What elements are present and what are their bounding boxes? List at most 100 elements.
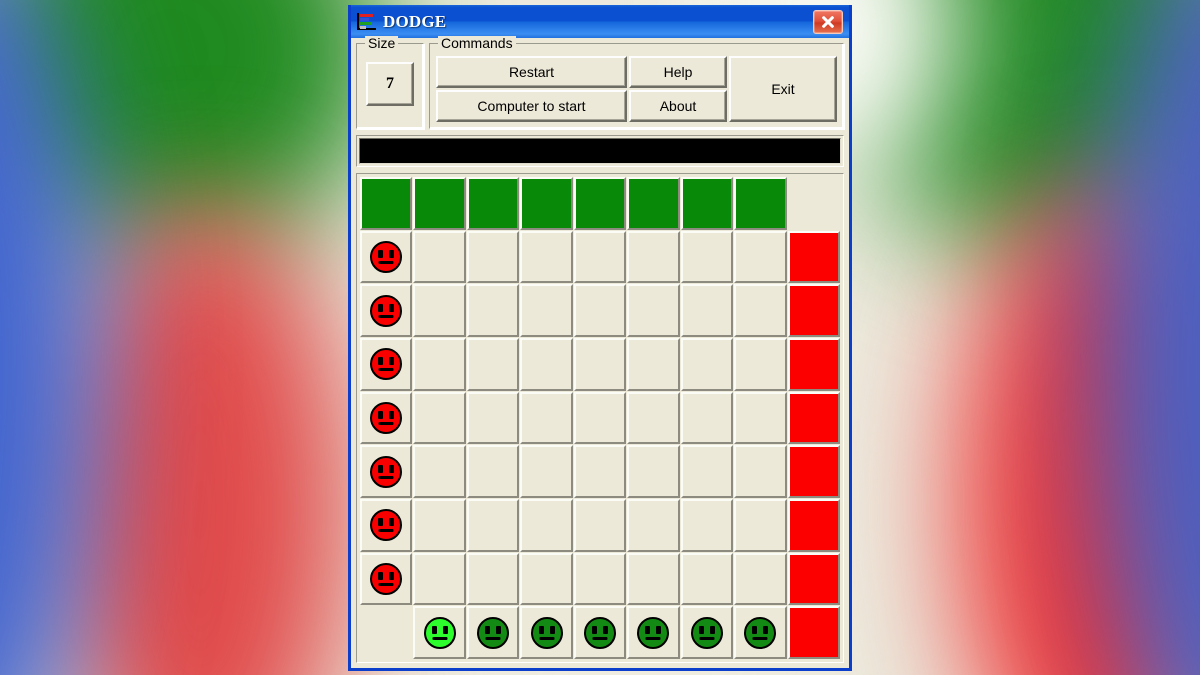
board-cell-goal-green[interactable] bbox=[360, 177, 413, 230]
board-cell-empty[interactable] bbox=[680, 499, 734, 552]
board-cell-empty[interactable] bbox=[680, 338, 734, 391]
board-cell-empty[interactable] bbox=[627, 338, 680, 391]
window-title: DODGE bbox=[383, 11, 447, 31]
board-cell-empty[interactable] bbox=[520, 230, 573, 284]
board-cell-empty[interactable] bbox=[520, 284, 573, 337]
board-cell-goal-red[interactable] bbox=[787, 445, 840, 498]
board-cell-goal-green[interactable] bbox=[520, 177, 573, 230]
board-cell-empty[interactable] bbox=[413, 552, 466, 606]
board-cell-empty[interactable] bbox=[520, 391, 573, 445]
board-cell-empty[interactable] bbox=[520, 552, 573, 606]
board-cell-empty[interactable] bbox=[520, 338, 573, 391]
red-smiley-icon bbox=[370, 348, 403, 381]
computer-to-start-button[interactable]: Computer to start bbox=[436, 90, 627, 122]
board-cell-empty[interactable] bbox=[573, 552, 627, 606]
board-cell-piece-red[interactable] bbox=[360, 338, 413, 391]
board-cell-empty[interactable] bbox=[680, 230, 734, 284]
board-cell-empty[interactable] bbox=[627, 284, 680, 337]
board-cell-empty[interactable] bbox=[466, 499, 520, 552]
board-cell-empty[interactable] bbox=[734, 391, 787, 445]
board-cell-goal-red[interactable] bbox=[787, 230, 840, 284]
help-button[interactable]: Help bbox=[629, 56, 727, 88]
board-cell-empty[interactable] bbox=[413, 391, 466, 445]
board-cell-empty[interactable] bbox=[413, 284, 466, 337]
board-cell-piece-green[interactable] bbox=[627, 606, 680, 659]
board-cell-goal-red[interactable] bbox=[787, 284, 840, 337]
board-cell-empty[interactable] bbox=[413, 230, 466, 284]
board-cell-empty[interactable] bbox=[680, 552, 734, 606]
board-cell-empty[interactable] bbox=[734, 445, 787, 498]
board-cell-goal-red[interactable] bbox=[787, 552, 840, 606]
board-cell-empty[interactable] bbox=[466, 445, 520, 498]
board-cell-goal-green[interactable] bbox=[680, 177, 734, 230]
size-value-field[interactable]: 7 bbox=[366, 62, 414, 106]
board-cell-piece-red[interactable] bbox=[360, 230, 413, 284]
board-cell-empty[interactable] bbox=[413, 445, 466, 498]
board-cell-piece-green[interactable] bbox=[680, 606, 734, 659]
board-cell-piece-green-selected[interactable] bbox=[413, 606, 466, 659]
about-button[interactable]: About bbox=[629, 90, 727, 122]
window-client-area: Size 7 Commands Restart Computer to star… bbox=[351, 36, 849, 668]
exit-button[interactable]: Exit bbox=[729, 56, 837, 122]
board-cell-empty[interactable] bbox=[466, 284, 520, 337]
board-cell-piece-red[interactable] bbox=[360, 391, 413, 445]
board-cell-goal-green[interactable] bbox=[573, 177, 627, 230]
red-smiley-icon bbox=[370, 562, 403, 595]
board-cell-empty[interactable] bbox=[573, 284, 627, 337]
board-cell-piece-green[interactable] bbox=[520, 606, 573, 659]
board-cell-empty[interactable] bbox=[466, 338, 520, 391]
green-smiley-icon bbox=[744, 616, 777, 649]
board-cell-empty[interactable] bbox=[680, 391, 734, 445]
board-cell-empty[interactable] bbox=[680, 445, 734, 498]
commands-button-grid: Restart Computer to start Help About Exi… bbox=[436, 56, 837, 122]
green-smiley-icon bbox=[477, 616, 510, 649]
board-cell-empty[interactable] bbox=[413, 499, 466, 552]
board-cell-goal-red[interactable] bbox=[787, 606, 840, 659]
board-cell-empty[interactable] bbox=[627, 391, 680, 445]
board-cell-empty[interactable] bbox=[627, 499, 680, 552]
green-smiley-icon bbox=[690, 616, 723, 649]
green-smiley-icon bbox=[530, 616, 563, 649]
close-icon[interactable] bbox=[813, 9, 843, 34]
board-cell-goal-red[interactable] bbox=[787, 391, 840, 445]
board-cell-piece-green[interactable] bbox=[573, 606, 627, 659]
commands-column-exit: Exit bbox=[729, 56, 837, 122]
board-cell-empty[interactable] bbox=[627, 445, 680, 498]
board-cell-empty[interactable] bbox=[734, 338, 787, 391]
window-title-bar[interactable]: DODGE bbox=[351, 5, 849, 38]
board-cell-empty[interactable] bbox=[734, 552, 787, 606]
board-cell-empty[interactable] bbox=[734, 230, 787, 284]
board-cell-piece-red[interactable] bbox=[360, 499, 413, 552]
board-cell-empty[interactable] bbox=[627, 552, 680, 606]
board-cell-empty[interactable] bbox=[627, 230, 680, 284]
board-cell-empty[interactable] bbox=[573, 499, 627, 552]
board-cell-empty[interactable] bbox=[466, 391, 520, 445]
board-cell-piece-green[interactable] bbox=[734, 606, 787, 659]
board-cell-piece-red[interactable] bbox=[360, 552, 413, 606]
board-cell-empty[interactable] bbox=[573, 338, 627, 391]
board-cell-goal-red[interactable] bbox=[787, 499, 840, 552]
board-cell-empty[interactable] bbox=[573, 445, 627, 498]
board-cell-piece-green[interactable] bbox=[466, 606, 520, 659]
board-cell-empty[interactable] bbox=[466, 230, 520, 284]
board-cell-empty[interactable] bbox=[680, 284, 734, 337]
board-cell-goal-green[interactable] bbox=[413, 177, 466, 230]
board-cell-empty[interactable] bbox=[734, 499, 787, 552]
board-cell-empty[interactable] bbox=[520, 499, 573, 552]
board-cell-blank[interactable] bbox=[787, 177, 840, 230]
board-cell-goal-green[interactable] bbox=[466, 177, 520, 230]
board-cell-empty[interactable] bbox=[466, 552, 520, 606]
toolbar: Size 7 Commands Restart Computer to star… bbox=[356, 36, 844, 129]
board-cell-goal-green[interactable] bbox=[627, 177, 680, 230]
board-cell-piece-red[interactable] bbox=[360, 284, 413, 337]
board-cell-empty[interactable] bbox=[520, 445, 573, 498]
board-cell-empty[interactable] bbox=[734, 284, 787, 337]
board-cell-blank[interactable] bbox=[360, 606, 413, 659]
board-cell-goal-green[interactable] bbox=[734, 177, 787, 230]
board-cell-empty[interactable] bbox=[573, 230, 627, 284]
restart-button[interactable]: Restart bbox=[436, 56, 627, 88]
board-cell-goal-red[interactable] bbox=[787, 338, 840, 391]
board-cell-empty[interactable] bbox=[573, 391, 627, 445]
board-cell-piece-red[interactable] bbox=[360, 445, 413, 498]
board-cell-empty[interactable] bbox=[413, 338, 466, 391]
